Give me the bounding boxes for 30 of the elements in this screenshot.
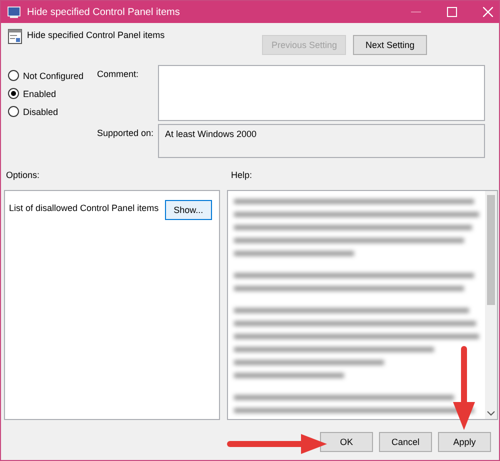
radio-button[interactable] (8, 88, 19, 99)
scrollbar[interactable] (485, 191, 497, 419)
ok-button[interactable]: OK (320, 432, 373, 452)
radio-label: Not Configured (23, 70, 84, 80)
setting-title: Hide specified Control Panel items (27, 30, 165, 40)
options-label: Options: (6, 170, 40, 180)
comment-field[interactable] (158, 65, 485, 121)
supported-on-label: Supported on: (96, 127, 155, 140)
radio-option[interactable]: Enabled (8, 88, 56, 99)
radio-button[interactable] (8, 70, 19, 81)
chevron-down-icon[interactable] (487, 411, 495, 416)
maximize-icon[interactable] (447, 7, 457, 17)
cancel-button[interactable]: Cancel (379, 432, 432, 452)
close-icon[interactable] (483, 7, 493, 17)
radio-option[interactable]: Not Configured (8, 70, 84, 81)
option-label: List of disallowed Control Panel items (9, 203, 159, 213)
show-button[interactable]: Show... (164, 200, 212, 220)
supported-on-field: At least Windows 2000 (158, 124, 485, 158)
next-setting-button[interactable]: Next Setting (353, 35, 427, 55)
window-icon (7, 6, 21, 18)
comment-label: Comment: (96, 68, 140, 81)
radio-label: Disabled (23, 106, 58, 116)
radio-label: Enabled (23, 88, 56, 98)
help-label: Help: (231, 170, 252, 182)
policy-icon (8, 29, 22, 44)
apply-button[interactable]: Apply (438, 432, 491, 452)
radio-button[interactable] (8, 106, 19, 117)
radio-option[interactable]: Disabled (8, 106, 58, 117)
scrollbar-thumb[interactable] (487, 195, 495, 305)
window-title: Hide specified Control Panel items (27, 6, 181, 18)
